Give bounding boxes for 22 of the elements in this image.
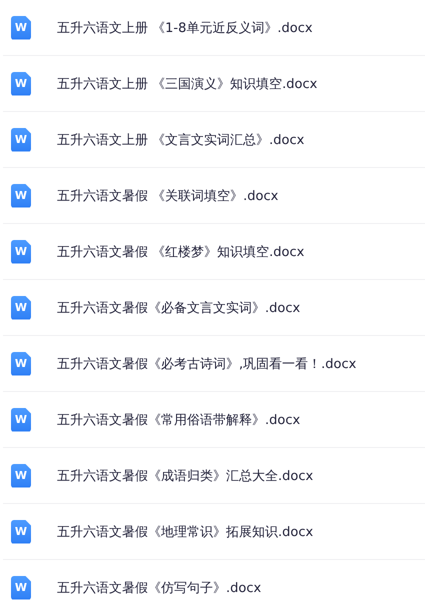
file-name[interactable]: 五升六语文暑假 《关联词填空》.docx — [57, 186, 278, 204]
file-name[interactable]: 五升六语文暑假《仿写句子》.docx — [57, 578, 262, 596]
word-file-icon: W — [11, 576, 31, 600]
word-file-icon: W — [11, 128, 31, 152]
word-file-icon: W — [11, 520, 31, 544]
word-file-icon: W — [11, 352, 31, 376]
file-name[interactable]: 五升六语文上册 《1-8单元近反义词》.docx — [57, 18, 313, 36]
file-name[interactable]: 五升六语文暑假《成语归类》汇总大全.docx — [57, 466, 314, 484]
file-name[interactable]: 五升六语文上册 《文言文实词汇总》.docx — [57, 130, 304, 148]
file-name[interactable]: 五升六语文暑假《必备文言文实词》.docx — [57, 298, 300, 316]
file-name[interactable]: 五升六语文暑假《必考古诗词》,巩固看一看！.docx — [57, 354, 356, 372]
word-file-icon: W — [11, 72, 31, 96]
word-file-icon: W — [11, 16, 31, 40]
word-file-icon: W — [11, 296, 31, 320]
file-name[interactable]: 五升六语文暑假 《红楼梦》知识填空.docx — [57, 242, 304, 260]
word-file-icon: W — [11, 184, 31, 208]
word-file-icon: W — [11, 408, 31, 432]
word-file-icon: W — [11, 240, 31, 264]
file-name[interactable]: 五升六语文暑假《常用俗语带解释》.docx — [57, 410, 300, 428]
word-file-icon: W — [11, 464, 31, 488]
file-name[interactable]: 五升六语文上册 《三国演义》知识填空.docx — [57, 74, 318, 92]
file-name[interactable]: 五升六语文暑假《地理常识》拓展知识.docx — [57, 522, 314, 540]
